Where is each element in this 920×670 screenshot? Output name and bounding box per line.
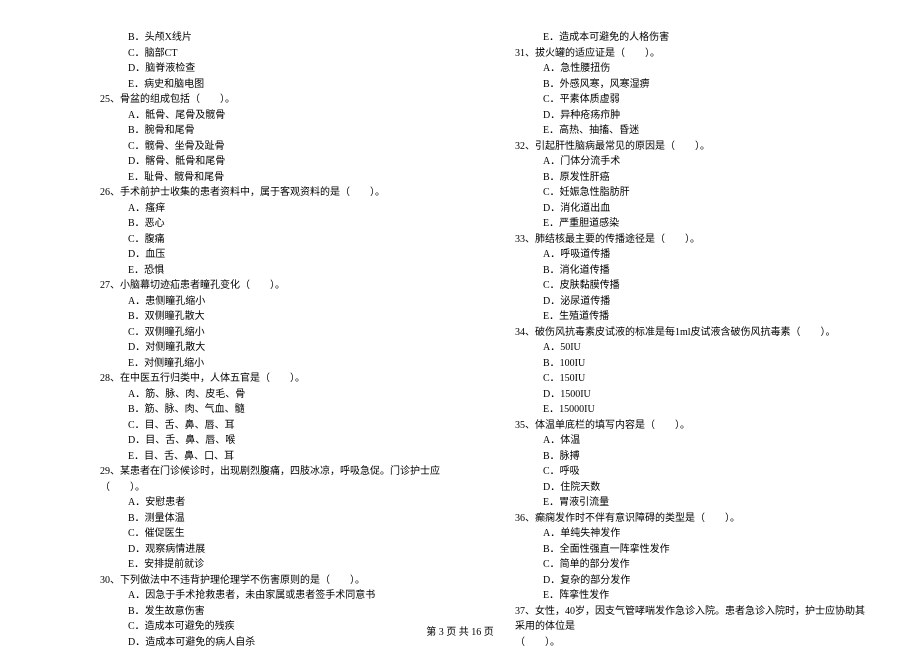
answer-option: D．对侧瞳孔散大 (100, 340, 455, 356)
answer-option: B．恶心 (100, 216, 455, 232)
answer-option: C．催促医生 (100, 526, 455, 542)
question-text: 34、破伤风抗毒素皮试液的标准是每1ml皮试液含破伤风抗毒素（ ）。 (515, 325, 870, 341)
answer-option: B．腕骨和尾骨 (100, 123, 455, 139)
answer-option: A．因急于手术抢救患者，未由家属或患者签手术同意书 (100, 588, 455, 604)
answer-option: C．呼吸 (515, 464, 870, 480)
exam-page: B．头颅X线片C．脑部CTD．脑脊液检查E．病史和脑电图25、骨盆的组成包括（ … (0, 0, 920, 670)
answer-option: A．筋、脉、肉、皮毛、骨 (100, 387, 455, 403)
answer-option: A．安慰患者 (100, 495, 455, 511)
answer-option: D．消化道出血 (515, 201, 870, 217)
question-text: 25、骨盆的组成包括（ ）。 (100, 92, 455, 108)
question-text: 27、小脑幕切迹疝患者瞳孔变化（ ）。 (100, 278, 455, 294)
answer-option: C．髋骨、坐骨及趾骨 (100, 139, 455, 155)
answer-option: D．目、舌、鼻、唇、喉 (100, 433, 455, 449)
answer-option: D．髂骨、骶骨和尾骨 (100, 154, 455, 170)
answer-option: B．100IU (515, 356, 870, 372)
answer-option: A．瘙痒 (100, 201, 455, 217)
answer-option: A．单纯失神发作 (515, 526, 870, 542)
question-text: 26、手术前护士收集的患者资料中，属于客观资料的是（ ）。 (100, 185, 455, 201)
answer-option: A．体温 (515, 433, 870, 449)
answer-option: E．生殖道传播 (515, 309, 870, 325)
answer-option: B．测量体温 (100, 511, 455, 527)
answer-option: A．50IU (515, 340, 870, 356)
question-text: 31、拔火罐的适应证是（ ）。 (515, 46, 870, 62)
answer-option: E．病史和脑电图 (100, 77, 455, 93)
answer-option: A．急性腰扭伤 (515, 61, 870, 77)
answer-option: D．泌尿道传播 (515, 294, 870, 310)
answer-option: B．消化道传播 (515, 263, 870, 279)
answer-option: D．观察病情进展 (100, 542, 455, 558)
answer-option: B．脉搏 (515, 449, 870, 465)
answer-option: C．妊娠急性脂肪肝 (515, 185, 870, 201)
answer-option: B．头颅X线片 (100, 30, 455, 46)
answer-option: E．15000IU (515, 402, 870, 418)
answer-option: E．恐惧 (100, 263, 455, 279)
answer-option: E．造成本可避免的人格伤害 (515, 30, 870, 46)
question-text: 32、引起肝性脑病最常见的原因是（ ）。 (515, 139, 870, 155)
question-text: 30、下列做法中不违背护理伦理学不伤害原则的是（ ）。 (100, 573, 455, 589)
question-text: 36、癫痫发作时不伴有意识障碍的类型是（ ）。 (515, 511, 870, 527)
answer-option: C．双侧瞳孔缩小 (100, 325, 455, 341)
answer-option: E．耻骨、髋骨和尾骨 (100, 170, 455, 186)
question-text: 33、肺结核最主要的传播途径是（ ）。 (515, 232, 870, 248)
answer-option: E．高热、抽搐、昏迷 (515, 123, 870, 139)
answer-option: D．住院天数 (515, 480, 870, 496)
answer-option: B．发生故意伤害 (100, 604, 455, 620)
answer-option: A．骶骨、尾骨及髋骨 (100, 108, 455, 124)
answer-option: E．胃液引流量 (515, 495, 870, 511)
question-text: 28、在中医五行归类中，人体五官是（ ）。 (100, 371, 455, 387)
page-footer: 第 3 页 共 16 页 (0, 623, 920, 638)
answer-option: A．呼吸道传播 (515, 247, 870, 263)
answer-option: D．1500IU (515, 387, 870, 403)
answer-option: E．目、舌、鼻、口、耳 (100, 449, 455, 465)
answer-option: D．复杂的部分发作 (515, 573, 870, 589)
answer-option: B．外感风寒，风寒湿痹 (515, 77, 870, 93)
right-column: E．造成本可避免的人格伤害31、拔火罐的适应证是（ ）。A．急性腰扭伤B．外感风… (515, 30, 870, 650)
answer-option: C．150IU (515, 371, 870, 387)
answer-option: E．严重胆道感染 (515, 216, 870, 232)
answer-option: B．双侧瞳孔散大 (100, 309, 455, 325)
answer-option: E．对侧瞳孔缩小 (100, 356, 455, 372)
answer-option: C．平素体质虚弱 (515, 92, 870, 108)
answer-option: C．皮肤黏膜传播 (515, 278, 870, 294)
answer-option: E．阵挛性发作 (515, 588, 870, 604)
answer-option: D．异种疮疡疖肿 (515, 108, 870, 124)
answer-option: C．脑部CT (100, 46, 455, 62)
answer-option: C．腹痛 (100, 232, 455, 248)
answer-option: D．血压 (100, 247, 455, 263)
answer-option: A．患侧瞳孔缩小 (100, 294, 455, 310)
answer-option: C．目、舌、鼻、唇、耳 (100, 418, 455, 434)
answer-option: A．门体分流手术 (515, 154, 870, 170)
answer-option: E．安排提前就诊 (100, 557, 455, 573)
answer-option: C．简单的部分发作 (515, 557, 870, 573)
answer-option: D．脑脊液检查 (100, 61, 455, 77)
left-column: B．头颅X线片C．脑部CTD．脑脊液检查E．病史和脑电图25、骨盆的组成包括（ … (100, 30, 455, 650)
answer-option: B．原发性肝癌 (515, 170, 870, 186)
question-text: 35、体温单底栏的填写内容是（ ）。 (515, 418, 870, 434)
answer-option: B．全面性强直一阵挛性发作 (515, 542, 870, 558)
answer-option: B．筋、脉、肉、气血、髓 (100, 402, 455, 418)
question-text: 29、某患者在门诊候诊时，出现剧烈腹痛，四肢冰凉，呼吸急促。门诊护士应（ ）。 (100, 464, 455, 495)
